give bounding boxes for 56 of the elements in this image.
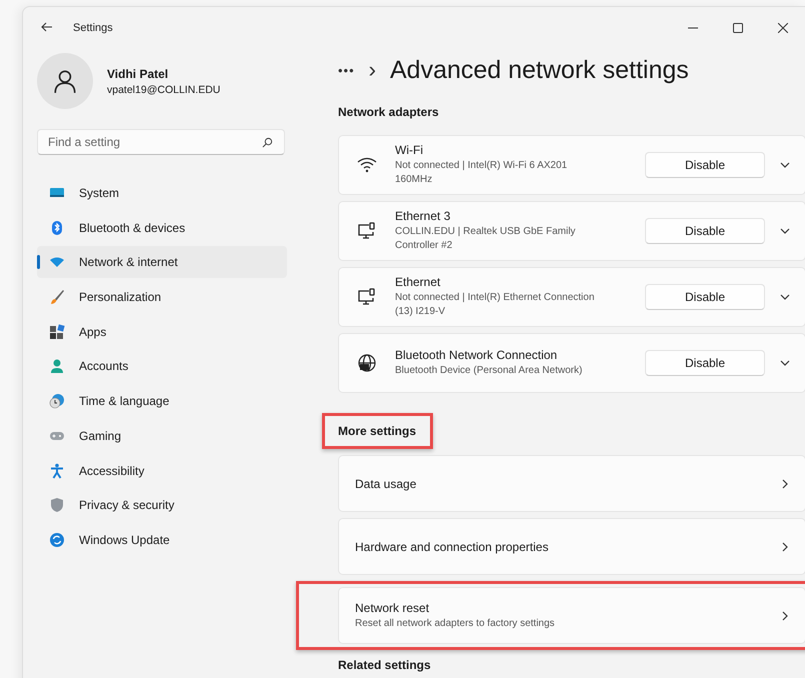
breadcrumb-separator: › (368, 57, 376, 83)
adapter-name: Wi-Fi (395, 143, 424, 157)
sidebar-item[interactable]: Bluetooth & devices (37, 212, 287, 244)
sidebar-item[interactable]: Personalization (37, 281, 287, 314)
adapter-description: Not connected | Intel(R) Wi-Fi 6 AX201 160MHz (395, 159, 568, 187)
settings-link-row[interactable]: Hardware and connection properties (338, 518, 805, 575)
update-icon (49, 532, 65, 548)
adapter-description: Bluetooth Device (Personal Area Network) (395, 364, 584, 378)
search-icon (262, 137, 273, 148)
sidebar-item[interactable]: Apps (37, 316, 287, 348)
sidebar-item[interactable]: Gaming (37, 420, 287, 452)
window-title: Settings (73, 22, 113, 34)
adapter-name: Bluetooth Network Connection (395, 348, 558, 362)
sidebar-item[interactable]: System (37, 177, 287, 209)
adapter-name: Ethernet (395, 275, 442, 289)
accounts-icon (49, 358, 65, 374)
section-heading: More settings (322, 413, 434, 449)
ethernet-monitor-icon (357, 287, 377, 307)
page-title: Advanced network settings (390, 56, 689, 84)
disable-button[interactable]: Disable (645, 152, 765, 178)
link-description: Reset all network adapters to factory settings (355, 616, 556, 630)
user-name: Vidhi Patel (107, 66, 170, 80)
section-heading: Network adapters (338, 105, 439, 119)
brush-icon (49, 289, 65, 306)
ethernet-monitor-icon (357, 221, 377, 241)
shield-icon (49, 497, 65, 514)
link-title: Data usage (355, 476, 418, 490)
settings-link-row[interactable]: Network reset Reset all network adapters to factory settings (338, 587, 805, 644)
settings-link-row[interactable]: Data usage (338, 455, 805, 512)
globe-monitor-icon (357, 353, 377, 373)
disable-button[interactable]: Disable (645, 218, 765, 244)
sidebar-item[interactable]: Accessibility (37, 454, 287, 486)
link-title: Hardware and connection properties (355, 540, 550, 554)
back-arrow-icon (41, 21, 53, 33)
breadcrumb-overflow[interactable]: ••• (338, 62, 355, 78)
adapter-description: Not connected | Intel(R) Ethernet Connection (13) I219-V (395, 291, 596, 319)
sidebar-item[interactable]: Network & internet (37, 246, 287, 278)
section-heading: Related settings (338, 658, 432, 672)
user-email: vpatel19@COLLIN.EDU (107, 84, 220, 96)
sidebar-item[interactable]: Time & language (37, 385, 287, 418)
maximize-icon (732, 23, 742, 33)
close-icon (778, 23, 788, 33)
sidebar-item[interactable]: Privacy & security (37, 489, 287, 522)
wifi-icon (357, 155, 377, 175)
disable-button[interactable]: Disable (645, 284, 765, 310)
sidebar-item[interactable]: Accounts (37, 350, 287, 382)
disable-button[interactable]: Disable (645, 350, 765, 376)
adapter-name: Ethernet 3 (395, 209, 452, 223)
bluetooth-icon (49, 220, 65, 236)
apps-icon (49, 324, 65, 340)
accessibility-icon (49, 462, 65, 478)
time-icon (49, 393, 65, 410)
link-title: Network reset (355, 600, 430, 614)
search-field[interactable]: Find a setting (37, 129, 285, 155)
adapter-description: COLLIN.EDU | Realtek USB GbE Family Controller #2 (395, 225, 576, 253)
sidebar-item[interactable]: Windows Update (37, 524, 287, 556)
